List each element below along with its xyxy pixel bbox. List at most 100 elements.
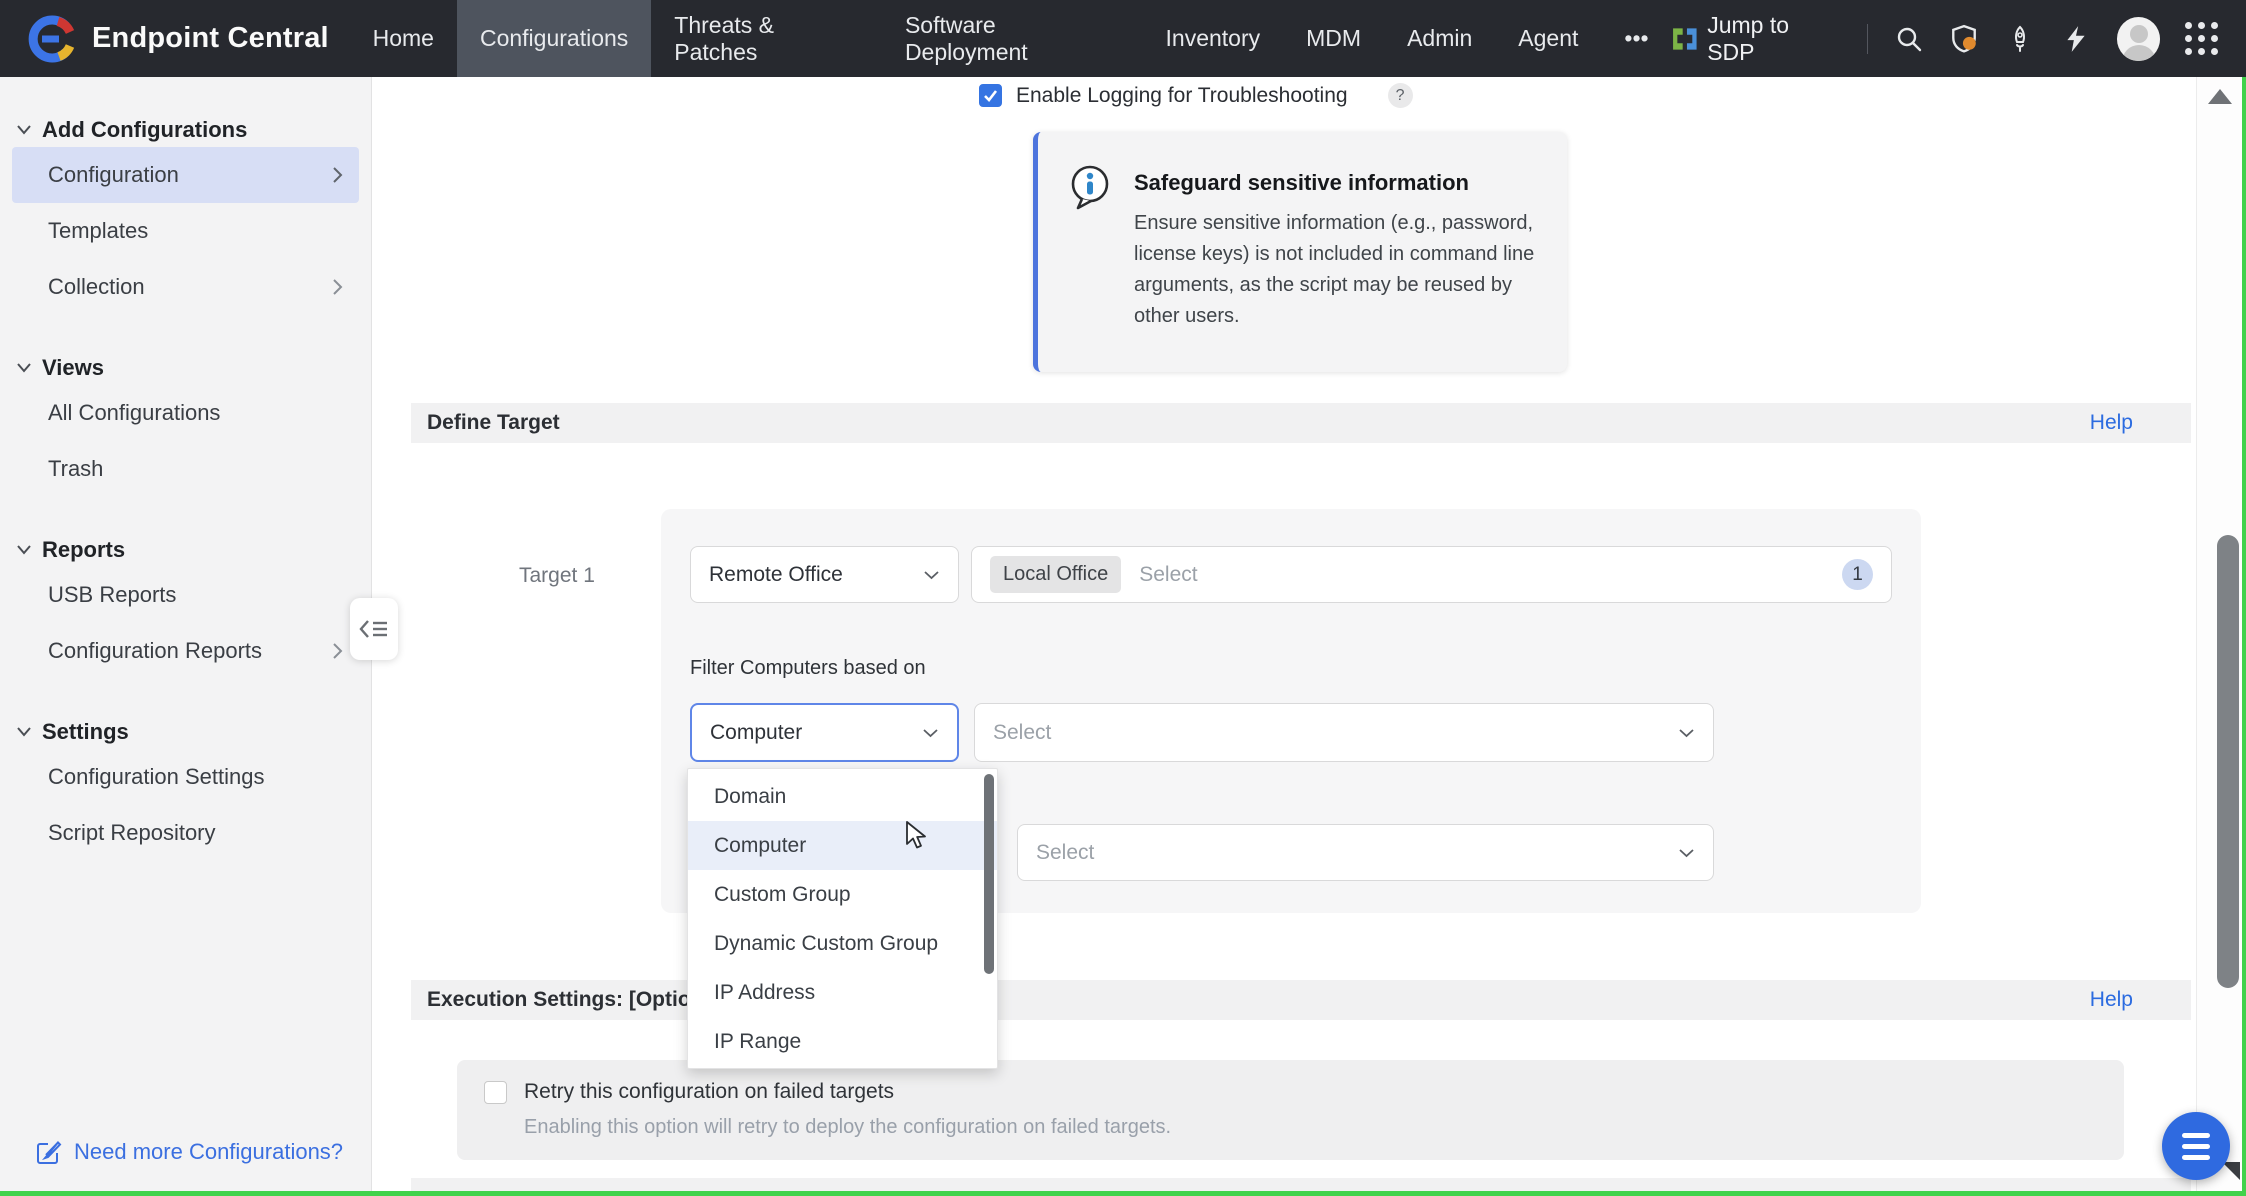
mouse-cursor bbox=[905, 821, 931, 851]
nav-configurations[interactable]: Configurations bbox=[457, 0, 651, 77]
dropdown-option-ip-range[interactable]: IP Range bbox=[688, 1017, 997, 1066]
dropdown-option-custom-group[interactable]: Custom Group bbox=[688, 870, 997, 919]
retry-description: Enabling this option will retry to deplo… bbox=[524, 1116, 1171, 1139]
sidebar-item-configuration-settings[interactable]: Configuration Settings bbox=[12, 749, 359, 805]
apps-grid-icon[interactable] bbox=[2186, 24, 2216, 54]
sidebar-item-collection[interactable]: Collection bbox=[12, 259, 359, 315]
main-menu: Home Configurations Threats & Patches So… bbox=[350, 0, 1672, 77]
sidebar-collapse-button[interactable] bbox=[350, 598, 398, 660]
chevron-right-icon bbox=[332, 642, 343, 660]
nav-agent[interactable]: Agent bbox=[1495, 0, 1601, 77]
info-card-title: Safeguard sensitive information bbox=[1134, 170, 1469, 196]
dropdown-option-domain[interactable]: Domain bbox=[688, 772, 997, 821]
safeguard-info-card: Safeguard sensitive information Ensure s… bbox=[1033, 132, 1567, 372]
nav-mdm[interactable]: MDM bbox=[1283, 0, 1384, 77]
nav-inventory[interactable]: Inventory bbox=[1143, 0, 1284, 77]
top-navigation: Endpoint Central Home Configurations Thr… bbox=[0, 0, 2246, 77]
sidebar-item-label: Configuration bbox=[48, 162, 179, 188]
sidebar-item-label: USB Reports bbox=[48, 582, 176, 608]
target-type-select[interactable]: Remote Office bbox=[690, 546, 959, 603]
info-card-body: Ensure sensitive information (e.g., pass… bbox=[1134, 208, 1554, 332]
scrollbar-up-arrow[interactable] bbox=[2208, 89, 2232, 104]
sidebar-item-script-repository[interactable]: Script Repository bbox=[12, 805, 359, 861]
second-filter-placeholder: Select bbox=[1036, 841, 1094, 865]
chevron-down-icon bbox=[1678, 728, 1695, 738]
remote-office-chip-input[interactable]: Local Office Select 1 bbox=[971, 546, 1892, 603]
sidebar-header-label: Add Configurations bbox=[42, 117, 247, 143]
rocket-icon[interactable] bbox=[2005, 24, 2035, 54]
sidebar-item-configuration-reports[interactable]: Configuration Reports bbox=[12, 623, 359, 679]
sidebar-item-label: Configuration Settings bbox=[48, 764, 264, 790]
brand[interactable]: Endpoint Central bbox=[0, 0, 350, 77]
filter-value-select[interactable]: Select bbox=[974, 703, 1714, 762]
dropdown-option-dynamic-custom-group[interactable]: Dynamic Custom Group bbox=[688, 919, 997, 968]
sidebar-header-settings[interactable]: Settings bbox=[0, 715, 371, 749]
retry-settings-card: Retry this configuration on failed targe… bbox=[457, 1060, 2124, 1160]
retry-checkbox[interactable] bbox=[484, 1081, 507, 1104]
filter-type-value: Computer bbox=[710, 721, 802, 745]
edit-icon bbox=[36, 1139, 62, 1165]
sidebar-item-label: Collection bbox=[48, 274, 145, 300]
nav-more-ellipsis[interactable]: ••• bbox=[1601, 0, 1671, 77]
second-filter-value-select[interactable]: Select bbox=[1017, 824, 1714, 881]
sidebar-section-reports: Reports USB Reports Configuration Report… bbox=[0, 533, 371, 679]
search-icon[interactable] bbox=[1894, 24, 1924, 54]
sidebar-header-label: Reports bbox=[42, 537, 125, 563]
sidebar-header-label: Views bbox=[42, 355, 104, 381]
sidebar-item-usb-reports[interactable]: USB Reports bbox=[12, 567, 359, 623]
sidebar-item-label: Script Repository bbox=[48, 820, 216, 846]
sidebar-header-views[interactable]: Views bbox=[0, 351, 371, 385]
sidebar-item-configuration[interactable]: Configuration bbox=[12, 147, 359, 203]
target-1-label: Target 1 bbox=[519, 564, 595, 588]
jump-to-sdp-label: Jump to SDP bbox=[1707, 12, 1841, 66]
need-more-configurations-label: Need more Configurations? bbox=[74, 1139, 343, 1165]
execution-settings-title: Execution Settings: [Optional] bbox=[427, 988, 728, 1012]
chevron-right-icon bbox=[332, 278, 343, 296]
screen-border-bottom bbox=[0, 1191, 2246, 1196]
whats-new-lightning-icon[interactable] bbox=[2061, 24, 2091, 54]
nav-software-deployment[interactable]: Software Deployment bbox=[882, 0, 1143, 77]
enable-logging-checkbox[interactable] bbox=[979, 84, 1002, 107]
sidebar-item-label: Templates bbox=[48, 218, 148, 244]
sidebar-section-settings: Settings Configuration Settings Script R… bbox=[0, 715, 371, 861]
sidebar-header-add-configurations[interactable]: Add Configurations bbox=[0, 113, 371, 147]
avatar-body bbox=[2122, 45, 2156, 61]
jump-to-sdp-button[interactable]: Jump to SDP bbox=[1672, 12, 1841, 66]
endpoint-central-screen: Endpoint Central Home Configurations Thr… bbox=[0, 0, 2246, 1196]
chevron-right-icon bbox=[332, 166, 343, 184]
define-target-section-header: Define Target Help bbox=[411, 403, 2191, 443]
collapse-sidebar-icon bbox=[359, 617, 389, 641]
sdp-icon bbox=[1672, 27, 1698, 51]
need-more-configurations-link[interactable]: Need more Configurations? bbox=[36, 1139, 343, 1165]
local-office-chip[interactable]: Local Office bbox=[990, 556, 1121, 593]
nav-admin[interactable]: Admin bbox=[1384, 0, 1495, 77]
chevron-down-icon bbox=[922, 728, 939, 738]
nav-divider bbox=[1867, 24, 1868, 54]
chevron-down-icon bbox=[16, 362, 32, 374]
filter-type-dropdown: Domain Computer Custom Group Dynamic Cus… bbox=[687, 768, 998, 1069]
dropdown-option-ip-address[interactable]: IP Address bbox=[688, 968, 997, 1017]
security-shield-icon[interactable] bbox=[1949, 24, 1979, 54]
nav-home[interactable]: Home bbox=[350, 0, 457, 77]
user-avatar[interactable] bbox=[2117, 17, 2160, 61]
sidebar-item-trash[interactable]: Trash bbox=[12, 441, 359, 497]
execution-settings-help-link[interactable]: Help bbox=[2090, 988, 2133, 1012]
filter-type-select[interactable]: Computer bbox=[690, 703, 959, 762]
define-target-help-link[interactable]: Help bbox=[2090, 411, 2133, 435]
dropdown-scrollbar-thumb[interactable] bbox=[984, 774, 994, 974]
nav-threats-patches[interactable]: Threats & Patches bbox=[651, 0, 882, 77]
scrollbar-thumb[interactable] bbox=[2217, 535, 2239, 988]
filter-value-placeholder: Select bbox=[993, 721, 1051, 745]
sidebar-item-all-configurations[interactable]: All Configurations bbox=[12, 385, 359, 441]
sidebar-header-label: Settings bbox=[42, 719, 129, 745]
sidebar-item-templates[interactable]: Templates bbox=[12, 203, 359, 259]
quick-actions-fab[interactable] bbox=[2162, 1112, 2230, 1180]
dropdown-option-computer[interactable]: Computer bbox=[688, 821, 997, 870]
sidebar-item-label: All Configurations bbox=[48, 400, 220, 426]
page-scrollbar bbox=[2196, 77, 2242, 1191]
sidebar-header-reports[interactable]: Reports bbox=[0, 533, 371, 567]
fab-tail bbox=[2222, 1162, 2240, 1180]
brand-name: Endpoint Central bbox=[92, 22, 329, 55]
logging-help-badge[interactable]: ? bbox=[1388, 83, 1413, 108]
sidebar-section-add-configurations: Add Configurations Configuration Templat… bbox=[0, 113, 371, 315]
